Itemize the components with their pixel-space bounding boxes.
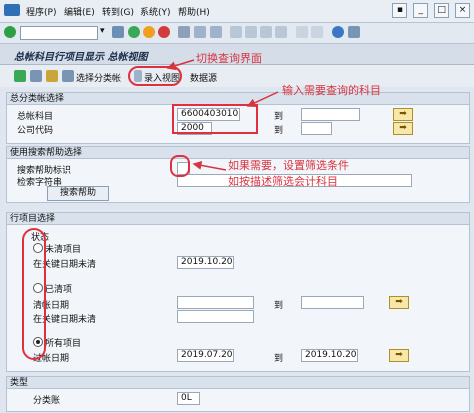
account-arrow xyxy=(246,91,279,107)
enter-account-annotation: 输入需要查询的科目 xyxy=(282,84,381,97)
filter-annotation-line1: 如果需要，设置筛选条件 xyxy=(228,159,349,172)
filter-arrow xyxy=(192,160,227,171)
switch-view-annotation: 切换查询界面 xyxy=(196,52,262,65)
switch-view-arrow xyxy=(166,59,195,71)
filter-annotation-line2: 如按描述筛选会计科目 xyxy=(228,175,338,188)
